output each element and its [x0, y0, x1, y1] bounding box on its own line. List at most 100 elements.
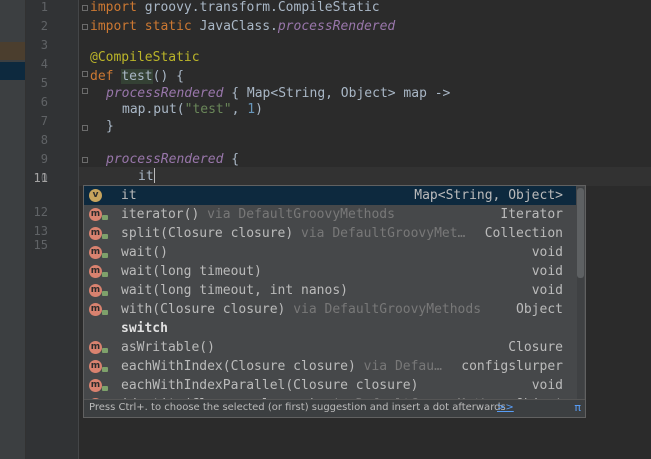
- fold-toggle-icon[interactable]: [82, 88, 88, 94]
- line-number: 8: [40, 133, 48, 147]
- method-icon: m: [89, 227, 102, 240]
- line-number-current: 11: [33, 171, 48, 185]
- completion-item[interactable]: switch: [84, 319, 576, 338]
- method-call: processRendered: [106, 152, 224, 167]
- popup-scrollbar-thumb[interactable]: [577, 188, 584, 278]
- completion-item[interactable]: m iterator() via DefaultGroovyMethods Iter…: [84, 205, 576, 224]
- completion-item[interactable]: m eachWithIndex(Closure closure) via Defa…: [84, 357, 576, 376]
- code-line-11[interactable]: it: [138, 167, 155, 186]
- pi-icon[interactable]: π: [574, 400, 581, 416]
- completion-name: wait(): [121, 243, 168, 262]
- completion-item[interactable]: m eachWithIndexParallel(Closure closure) v…: [84, 376, 576, 395]
- completion-label: asWritable(): [121, 340, 215, 355]
- code-text: {: [223, 152, 240, 167]
- public-lock-icon: [102, 234, 108, 239]
- completion-via: via DefaultGroovyMethods: [199, 207, 395, 222]
- current-line-highlight: [79, 167, 651, 186]
- more-hints-link[interactable]: >>: [497, 400, 514, 416]
- completion-item[interactable]: m wait() void: [84, 243, 576, 262]
- completion-item[interactable]: m asWritable() Closure: [84, 338, 576, 357]
- completion-name: it: [121, 186, 137, 205]
- code-text: JavaClass.: [191, 19, 278, 34]
- line-number: 1: [40, 0, 48, 14]
- method-ref: processRendered: [277, 19, 396, 34]
- code-line-10[interactable]: processRendered {: [106, 150, 239, 169]
- completion-label: wait(): [121, 245, 168, 260]
- completion-type: void: [527, 243, 563, 262]
- code-line-4[interactable]: @CompileStatic: [90, 48, 200, 67]
- completion-label: wait(long timeout): [121, 264, 262, 279]
- completion-label: it: [121, 188, 137, 203]
- code-text: groovy.transform.CompileStatic: [136, 0, 380, 15]
- fold-separator: [78, 0, 79, 459]
- code-line-7[interactable]: map.put("test", 1): [122, 100, 263, 119]
- public-lock-icon: [102, 291, 108, 296]
- completion-item[interactable]: v it Map<String, Object>: [84, 186, 576, 205]
- completion-via: via Defau…: [355, 359, 442, 374]
- code-line-8[interactable]: }: [106, 117, 114, 136]
- completion-type: Map<String, Object>: [410, 186, 563, 205]
- public-lock-icon: [102, 215, 108, 220]
- completion-name: with(Closure closure) via DefaultGroovyM…: [121, 300, 481, 319]
- text-caret: [153, 168, 155, 183]
- code-text: () {: [152, 69, 184, 84]
- completion-name: asWritable(): [121, 338, 215, 357]
- annotation: @CompileStatic: [90, 50, 200, 65]
- line-number: 4: [40, 57, 48, 71]
- fold-toggle-icon[interactable]: [82, 5, 88, 11]
- typed-text: it: [138, 169, 154, 184]
- fold-toggle-icon[interactable]: [82, 24, 88, 30]
- line-number: 7: [40, 114, 48, 128]
- method-name: test: [121, 69, 153, 84]
- completion-name: wait(long timeout): [121, 262, 262, 281]
- completion-name: split(Closure closure) via DefaultGroovy…: [121, 224, 465, 243]
- method-icon: m: [89, 284, 102, 297]
- sidebar-selected-mark: [0, 62, 25, 80]
- keyword: import: [90, 0, 137, 15]
- variable-icon: v: [89, 189, 102, 202]
- fold-toggle-icon[interactable]: [82, 125, 88, 131]
- fold-toggle-icon[interactable]: [82, 71, 88, 77]
- code-text: ,: [231, 102, 248, 117]
- completion-type: Iterator: [496, 205, 563, 224]
- code-line-1[interactable]: import groovy.transform.CompileStatic: [90, 0, 380, 17]
- completion-label: eachWithIndex(Closure closure): [121, 359, 356, 374]
- line-number: 15: [33, 238, 48, 252]
- fold-toggle-icon[interactable]: [82, 157, 88, 163]
- completion-via: via DefaultGroovyMet…: [293, 226, 466, 241]
- method-icon: m: [89, 265, 102, 278]
- completion-type: Object: [512, 300, 563, 319]
- method-icon: m: [89, 246, 102, 259]
- completion-label: split(Closure closure): [121, 226, 294, 241]
- line-number: 9: [40, 152, 48, 166]
- popup-footer: Press Ctrl+. to choose the selected (or …: [84, 399, 585, 417]
- completion-label: iterator(): [121, 207, 200, 222]
- completion-label: wait(long timeout, int nanos): [121, 283, 348, 298]
- keyword: def: [90, 69, 114, 84]
- public-lock-icon: [102, 348, 108, 353]
- completion-label: switch: [121, 321, 168, 336]
- string-literal: "test": [184, 102, 232, 117]
- code-text: }: [106, 119, 114, 134]
- keyword: import: [90, 19, 137, 34]
- completion-item[interactable]: m wait(long timeout, int nanos) void: [84, 281, 576, 300]
- completion-item[interactable]: m with(Closure closure) via DefaultGroovy…: [84, 300, 576, 319]
- completion-name: wait(long timeout, int nanos): [121, 281, 348, 300]
- project-sidebar-strip: [0, 0, 26, 459]
- completion-item[interactable]: m split(Closure closure) via DefaultGroov…: [84, 224, 576, 243]
- line-number: 6: [40, 95, 48, 109]
- completion-via: via DefaultGroovyMethods: [285, 302, 482, 317]
- completion-type: configslurper: [457, 357, 563, 376]
- method-icon: m: [89, 379, 102, 392]
- completion-type: Collection: [480, 224, 563, 243]
- completion-list[interactable]: v it Map<String, Object> m iterator() via De…: [84, 186, 576, 401]
- number-literal: 1: [247, 102, 256, 117]
- code-text: map.put(: [122, 102, 185, 117]
- code-completion-popup[interactable]: v it Map<String, Object> m iterator() via De…: [83, 185, 586, 418]
- keyword: static: [136, 19, 192, 34]
- code-line-2[interactable]: import static JavaClass.processRendered: [90, 17, 395, 36]
- line-number: 5: [40, 76, 48, 90]
- completion-item[interactable]: m wait(long timeout) void: [84, 262, 576, 281]
- method-icon: m: [89, 303, 102, 316]
- public-lock-icon: [102, 386, 108, 391]
